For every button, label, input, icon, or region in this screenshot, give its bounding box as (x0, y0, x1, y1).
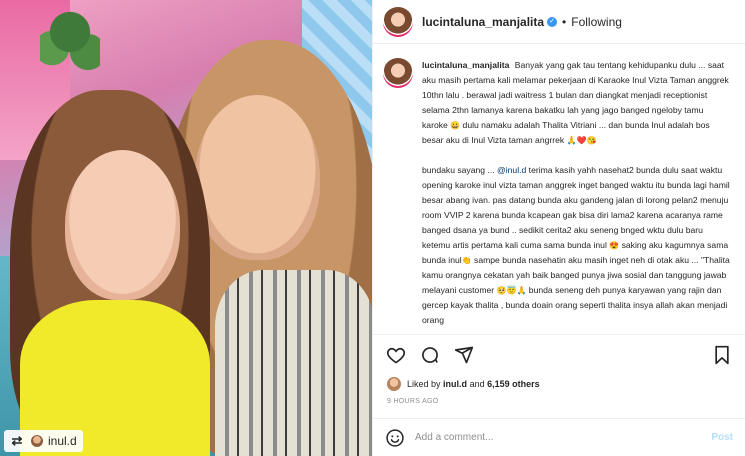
person-right-shirt (215, 270, 372, 456)
post-timestamp[interactable]: 9 HOURS AGO (373, 394, 745, 418)
verified-badge-icon: ✓ (547, 16, 558, 27)
instagram-post: ⇄ inul.d lucintaluna_manjalita ✓ • Follo… (0, 0, 745, 456)
liker-avatar (387, 377, 401, 391)
repost-tag[interactable]: ⇄ inul.d (4, 430, 83, 452)
person-right-face (195, 95, 320, 260)
caption-emoji: 😀 (450, 121, 461, 130)
heart-icon (386, 347, 406, 363)
likes-connector: and (469, 379, 485, 389)
header-separator: • (562, 14, 567, 29)
following-button[interactable]: Following (571, 15, 622, 29)
repost-icon: ⇄ (11, 433, 23, 448)
post-header: lucintaluna_manjalita ✓ • Following (373, 0, 745, 44)
emoji-button[interactable] (385, 428, 405, 448)
likes-count[interactable]: 6,159 others (487, 379, 540, 389)
author-username[interactable]: lucintaluna_manjalita (422, 15, 544, 29)
emoji-icon (386, 428, 404, 447)
comment-button[interactable] (419, 344, 441, 366)
caption-paragraph: lucintaluna_manjalita Banyak yang gak ta… (422, 58, 731, 148)
share-icon (454, 346, 474, 363)
caption-mention-link[interactable]: @inul.d (497, 165, 526, 175)
caption-username[interactable]: lucintaluna_manjalita (422, 60, 509, 70)
post-side-panel: lucintaluna_manjalita ✓ • Following luci… (372, 0, 745, 456)
caption-text: bundaku sayang ... (422, 165, 498, 175)
comment-input[interactable] (415, 432, 712, 443)
post-caption: lucintaluna_manjalita Banyak yang gak ta… (422, 58, 731, 334)
caption-emoji: 🙏❤️😘 (566, 136, 597, 145)
caption-text: terima kasih yahh nasehat2 bunda dulu sa… (422, 165, 730, 250)
share-button[interactable] (453, 344, 475, 366)
bookmark-icon (715, 345, 729, 364)
caption-paragraph: bundaku sayang ... @inul.d terima kasih … (422, 163, 731, 328)
author-avatar[interactable] (383, 6, 413, 37)
caption-emoji: 👏 (461, 256, 472, 265)
caption-area: lucintaluna_manjalita Banyak yang gak ta… (373, 44, 745, 334)
caption-emoji: 🥺😇🙏 (496, 286, 527, 295)
likes-summary: Liked by inul.d and 6,159 others (373, 374, 745, 394)
likes-prefix: Liked by (407, 379, 441, 389)
repost-avatar (30, 434, 44, 448)
caption-author-avatar[interactable] (383, 58, 413, 88)
save-button[interactable] (711, 344, 733, 366)
post-photo[interactable]: ⇄ inul.d (0, 0, 372, 456)
action-bar (373, 334, 745, 374)
post-comment-button[interactable]: Post (711, 432, 733, 443)
liker-username[interactable]: inul.d (443, 379, 467, 389)
person-left-face (65, 150, 180, 300)
caption-emoji: 😍 (609, 241, 620, 250)
repost-username: inul.d (48, 434, 77, 448)
comment-icon (422, 346, 438, 363)
like-button[interactable] (385, 344, 407, 366)
background-plant (40, 0, 100, 80)
comment-box: Post (373, 418, 745, 456)
